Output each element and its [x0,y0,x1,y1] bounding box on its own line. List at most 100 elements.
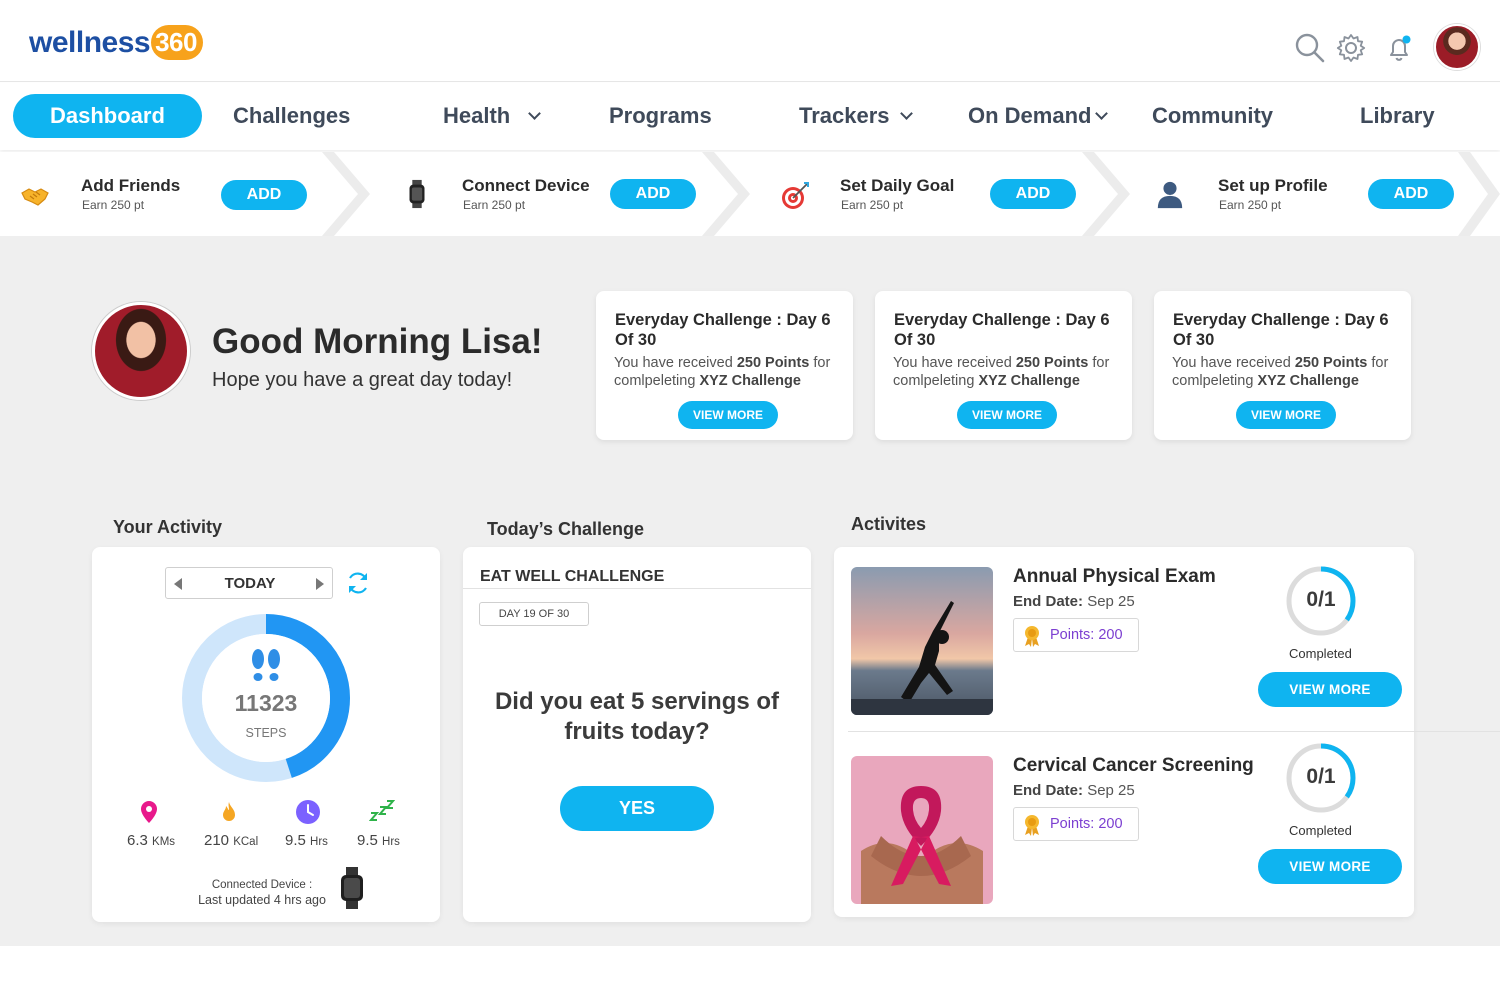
activity-title: Annual Physical Exam [1013,566,1216,587]
distance-stat: 6.3 KMs [127,832,176,849]
set-daily-goal-button[interactable]: ADD [990,179,1076,209]
your-activity-title: Your Activity [113,517,223,537]
view-more-button[interactable]: VIEW MORE [1236,401,1336,429]
footsteps-icon [252,649,280,681]
sleep-stat: 9.5 Hrs [357,832,400,849]
step-title: Connect Device [462,176,590,195]
nav-community[interactable]: Community [1152,94,1273,138]
activities-card: Annual Physical Exam End Date: Sep 25 Po… [834,547,1500,917]
step-title: Set up Profile [1218,176,1328,195]
challenge-name: XYZ Challenge [699,373,801,389]
points-text: 250 Points [1015,355,1089,371]
challenge-card: Everyday Challenge : Day 6 Of 30 You hav… [596,291,853,440]
steps-label: STEPS [245,726,287,740]
chevron-down-icon [899,107,913,120]
pink-ribbon-image[interactable] [851,756,993,904]
date-selector: TODAY [165,567,333,599]
handshake-icon [21,188,49,206]
points-text: Points: 200 [1050,627,1123,643]
step-separator [702,152,750,236]
yes-button[interactable]: YES [560,786,714,831]
view-more-button[interactable]: VIEW MORE [1258,849,1402,884]
nav-challenges[interactable]: Challenges [233,94,350,138]
points-badge: Points: 200 [1013,618,1139,652]
chevron-down-icon [528,107,542,120]
user-icon [1157,181,1183,209]
step-separator [322,152,370,236]
step-separator [1458,152,1500,236]
activities-title: Activites [851,514,927,534]
nav-dashboard[interactable]: Dashboard [13,94,202,138]
divider [848,731,1500,732]
profile-photo [92,302,190,400]
clock-icon [296,800,320,824]
date-selector-label: TODAY [224,575,276,592]
challenge-name: XYZ Challenge [978,373,1080,389]
logo-text: wellness [29,26,151,59]
user-avatar[interactable] [1434,24,1480,70]
challenge-name: XYZ Challenge [1257,373,1359,389]
refresh-icon[interactable] [345,570,371,596]
connect-device-button[interactable]: ADD [610,179,696,209]
points-badge: Points: 200 [1013,807,1139,841]
step-separator [1082,152,1130,236]
nav-programs[interactable]: Programs [609,94,712,138]
day-progress-badge: DAY 19 OF 30 [479,602,589,626]
view-more-button[interactable]: VIEW MORE [957,401,1057,429]
challenge-name: EAT WELL CHALLENGE [480,568,665,585]
points-text: 250 Points [736,355,810,371]
todays-challenge-title: Today’s Challenge [487,519,645,539]
smartwatch-icon [409,179,425,209]
chevron-down-icon [1095,107,1109,120]
step-title: Add Friends [81,176,181,195]
nav-health[interactable]: Health [443,94,542,138]
settings-icon[interactable] [1335,32,1367,64]
add-friends-button[interactable]: ADD [221,180,307,210]
view-more-button[interactable]: VIEW MORE [1258,672,1402,707]
progress-text: 0/1 [1306,765,1336,788]
challenge-question: Did you eat 5 servings of fruits today? [494,688,780,745]
notification-bell-icon[interactable] [1383,32,1415,64]
points-text: 250 Points [1294,355,1368,371]
search-icon[interactable] [1294,32,1326,64]
steps-count: 11323 [234,690,298,716]
status-label: Completed [1289,823,1352,838]
connected-device-label: Connected Device : [211,879,313,891]
target-icon [782,182,809,209]
main-nav: Dashboard Challenges Health Programs Tra… [0,83,1500,150]
award-ribbon-icon [1025,626,1039,647]
active-time-stat: 9.5 Hrs [285,832,328,849]
challenge-card-text: You have received 250 Points for comlpel… [1172,355,1389,389]
onboarding-steps: Add Friends Earn 250 pt ADD Connect Devi… [0,152,1500,236]
progress-text: 0/1 [1306,588,1336,611]
step-subtitle: Earn 250 pt [82,198,145,212]
nav-trackers[interactable]: Trackers [799,94,913,138]
view-more-button[interactable]: VIEW MORE [678,401,778,429]
connected-device-info: Connected Device : Last updated 4 hrs ag… [192,878,332,908]
activity-title: Cervical Cancer Screening [1013,755,1254,776]
nav-health-label: Health [443,103,511,128]
next-day-arrow-icon[interactable] [316,578,324,590]
nav-trackers-label: Trackers [799,103,890,128]
todays-challenge-card: EAT WELL CHALLENGE DAY 19 OF 30 Did you … [463,547,811,922]
nav-library[interactable]: Library [1360,94,1435,138]
flame-icon [223,802,235,821]
location-pin-icon [141,801,157,823]
wellness360-logo[interactable]: wellness 360 [29,25,203,61]
challenge-card: Everyday Challenge : Day 6 Of 30 You hav… [875,291,1132,440]
nav-on-demand[interactable]: On Demand [968,94,1109,138]
challenge-card-title: Everyday Challenge : Day 6 Of 30 [894,311,1110,349]
step-subtitle: Earn 250 pt [463,198,526,212]
challenge-card-title: Everyday Challenge : Day 6 Of 30 [1173,311,1389,349]
step-subtitle: Earn 250 pt [1219,198,1282,212]
activity-card: TODAY 11323 STEPS 6.3 KMs 210 KCal 9.5 H… [92,547,440,922]
activity-end-date: End Date: Sep 25 [1013,782,1135,799]
yoga-silhouette-image[interactable] [851,567,993,715]
set-up-profile-button[interactable]: ADD [1368,179,1454,209]
last-updated-text: Last updated 4 hrs ago [198,893,326,907]
greeting-subtitle: Hope you have a great day today! [212,369,513,391]
step-title: Set Daily Goal [840,176,955,195]
greeting-title: Good Morning Lisa! [212,322,543,361]
status-label: Completed [1289,646,1352,661]
header: wellness 360 [0,0,1500,82]
